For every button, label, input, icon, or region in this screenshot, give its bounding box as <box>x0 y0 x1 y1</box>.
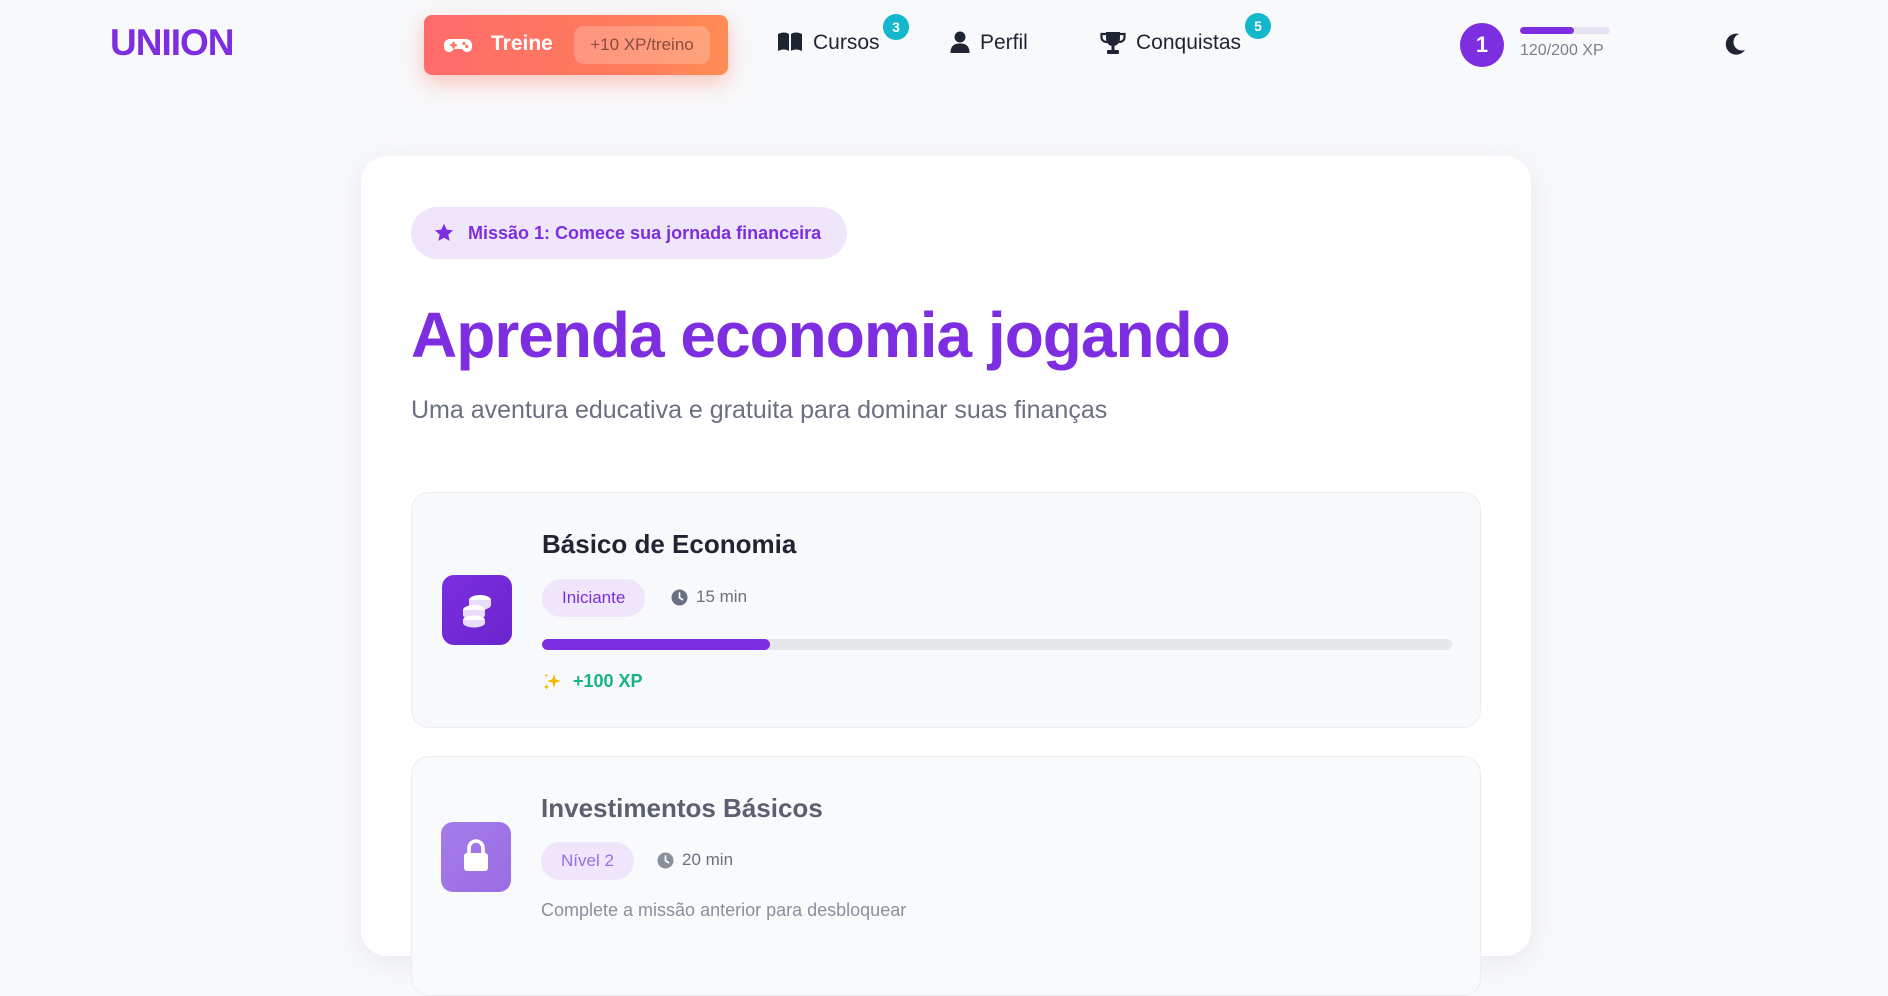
lock-icon <box>464 839 488 871</box>
top-navbar: UNIION Treine +10 XP/treino Cursos 3 Per… <box>0 0 1888 90</box>
gamepad-icon <box>444 39 472 52</box>
xp-progress-bar <box>1520 27 1610 34</box>
clock-icon <box>671 589 688 606</box>
course-icon-tile <box>441 822 511 892</box>
nav-label-achievements: Conquistas <box>1136 31 1242 54</box>
mission-chip-label: Missão 1: Comece sua jornada financeira <box>468 223 822 243</box>
course-progress-bar <box>542 639 1452 650</box>
nav-label-courses: Cursos <box>813 31 880 54</box>
mission-chip: Missão 1: Comece sua jornada financeira <box>411 207 848 259</box>
moon-icon <box>1725 33 1745 55</box>
course-xp-reward-label: +100 XP <box>573 671 643 691</box>
course-lock-message: Complete a missão anterior para desbloqu… <box>541 900 907 920</box>
nav-link-achievements[interactable]: Conquistas <box>1100 28 1250 62</box>
coins-icon <box>463 595 491 628</box>
book-open-icon <box>778 32 802 51</box>
course-title: Investimentos Básicos <box>541 793 823 823</box>
course-card-basic-investments: Investimentos Básicos Nível 2 20 min Com… <box>411 756 1481 996</box>
course-card-basic-economics[interactable]: Básico de Economia Iniciante 15 min +100… <box>411 492 1481 728</box>
train-button[interactable]: Treine +10 XP/treino <box>424 15 728 75</box>
user-level-avatar[interactable]: 1 <box>1460 23 1504 67</box>
xp-progress-text: 120/200 XP <box>1520 42 1604 59</box>
user-icon <box>950 31 970 53</box>
train-button-label: Treine <box>491 32 553 55</box>
mission-card: Missão 1: Comece sua jornada financeira … <box>361 156 1531 996</box>
course-duration-label: 20 min <box>682 850 734 869</box>
clock-icon <box>657 852 674 869</box>
trophy-icon <box>1100 32 1126 54</box>
nav-link-profile[interactable]: Perfil <box>950 28 1050 62</box>
course-level-badge: Iniciante <box>542 579 646 617</box>
star-icon <box>435 223 453 241</box>
xp-progress-fill <box>1520 27 1574 34</box>
course-duration-label: 15 min <box>696 587 748 606</box>
theme-toggle-button[interactable] <box>1722 31 1748 57</box>
nav-link-courses[interactable]: Cursos <box>777 28 897 62</box>
page-subtitle: Uma aventura educativa e gratuita para d… <box>411 396 1108 424</box>
achievements-count-badge: 5 <box>1245 13 1271 39</box>
course-progress-fill <box>542 639 770 650</box>
train-xp-badge: +10 XP/treino <box>574 26 710 64</box>
courses-count-badge: 3 <box>883 14 909 40</box>
course-level-badge: Nível 2 <box>541 842 634 880</box>
nav-label-profile: Perfil <box>980 31 1028 54</box>
course-title: Básico de Economia <box>542 529 797 559</box>
sparkle-icon <box>543 673 561 690</box>
course-icon-tile <box>442 575 512 645</box>
brand-logo[interactable]: UNIION <box>110 22 234 64</box>
page-title: Aprenda economia jogando <box>411 299 1231 371</box>
